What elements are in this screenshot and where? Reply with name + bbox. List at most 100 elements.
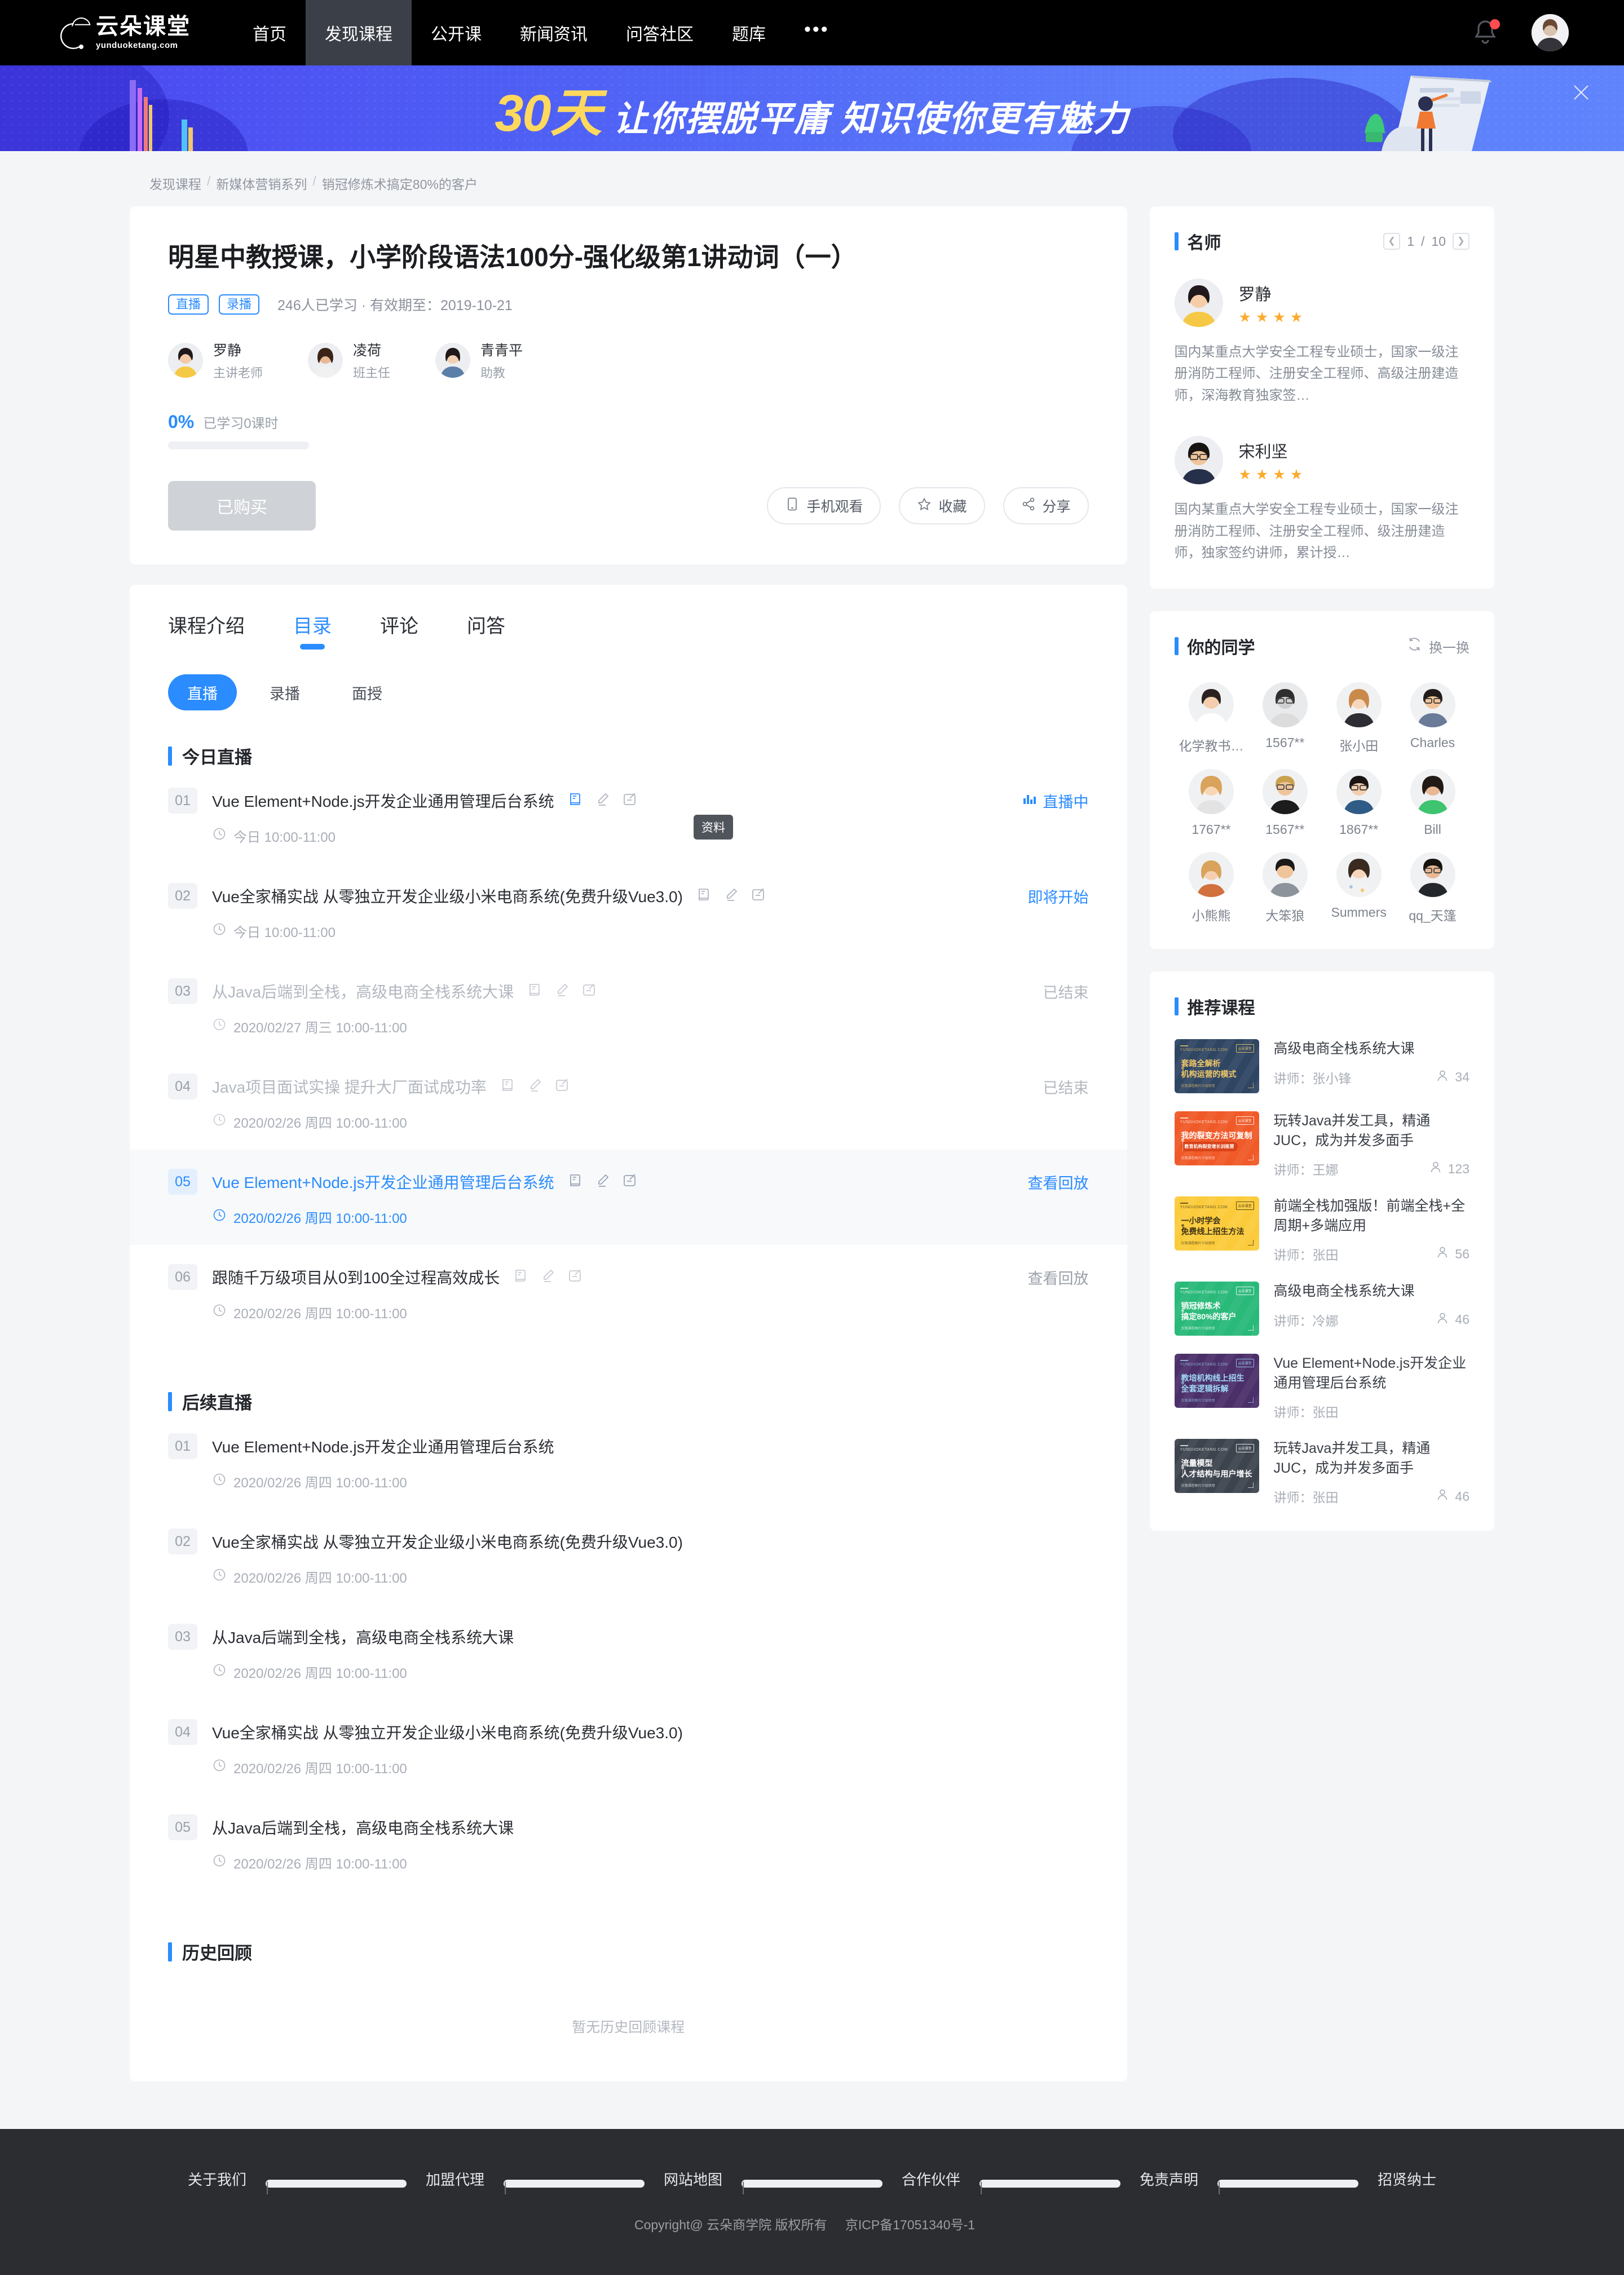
footer-link-careers[interactable]: 招贤纳士 [1378, 2168, 1436, 2189]
nav-item-discover-courses[interactable]: 发现课程 [306, 0, 412, 65]
chevron-right-icon[interactable]: ❯ [1453, 233, 1469, 250]
nav-item-qa-community[interactable]: 问答社区 [607, 0, 713, 65]
icp-number[interactable]: 京ICP备17051340号-1 [845, 2217, 975, 2232]
lesson-time-label: 2020/02/26 周四 10:00-11:00 [233, 1476, 407, 1491]
homework-icon[interactable] [595, 792, 611, 810]
lesson-row[interactable]: 02 Vue全家桶实战 从零独立开发企业级小米电商系统(免费升级Vue3.0) … [130, 1509, 1127, 1605]
lesson-row[interactable]: 05 从Java后端到全栈，高级电商全栈系统大课 2020/02/26 周四 1… [130, 1795, 1127, 1890]
footer-link-sitemap[interactable]: 网站地图 [664, 2168, 722, 2189]
star-icon: ★ [1273, 309, 1286, 325]
lesson-row[interactable]: 05 Vue Element+Node.js开发企业通用管理后台系统 查看回放 [130, 1150, 1127, 1245]
classmate-item[interactable]: Charles [1396, 682, 1469, 754]
chevron-left-icon[interactable]: ❮ [1383, 233, 1401, 250]
lesson-row[interactable]: 06 跟随千万级项目从0到100全过程高效成长 查看回放 2020/02/26 … [130, 1245, 1127, 1340]
classmate-item[interactable]: 化学教书… [1175, 682, 1248, 754]
material-icon[interactable] [696, 887, 712, 905]
share-button[interactable]: 分享 [1003, 487, 1089, 524]
course-teacher[interactable]: 罗静 主讲老师 [168, 339, 263, 381]
lesson-row[interactable]: 04 Vue全家桶实战 从零独立开发企业级小米电商系统(免费升级Vue3.0) … [130, 1700, 1127, 1795]
site-logo[interactable]: 云朵课堂 yunduoketang.com [0, 0, 213, 65]
footer-link-franchise[interactable]: 加盟代理 [426, 2168, 484, 2189]
classmate-item[interactable]: qq_天篷 [1396, 852, 1469, 924]
exam-icon[interactable] [622, 792, 638, 810]
footer-link-about[interactable]: 关于我们 [188, 2168, 246, 2189]
mobile-watch-button[interactable]: 手机观看 [767, 487, 881, 524]
lesson-row[interactable]: 03 从Java后端到全栈，高级电商全栈系统大课 2020/02/26 周四 1… [130, 1605, 1127, 1700]
tab-catalog[interactable]: 目录 [293, 611, 332, 651]
page-total: 10 [1431, 233, 1446, 249]
famous-teacher-item[interactable]: 罗静 ★ ★ ★ ★ 国内某重点大学安全工程专业硕士，国家一级注册消防工程师、注… [1174, 279, 1469, 407]
material-icon[interactable] [500, 1077, 516, 1096]
nav-more-icon[interactable]: ••• [785, 0, 849, 65]
nav-item-news[interactable]: 新闻资讯 [501, 0, 607, 65]
material-icon[interactable] [568, 1173, 584, 1191]
exam-icon[interactable] [554, 1077, 570, 1096]
lesson-status[interactable]: 即将开始 [1028, 885, 1089, 907]
recommended-course-item[interactable]: YUNDUOKETANG.COM 云朵课堂 流量模型 人才结构与用户增长 仅限课… [1174, 1439, 1469, 1506]
nav-item-home[interactable]: 首页 [233, 0, 306, 65]
footer-link-partners[interactable]: 合作伙伴 [902, 2168, 960, 2189]
classmate-item[interactable]: 1567** [1248, 769, 1322, 837]
enrolled-count: 46 [1436, 1488, 1469, 1505]
lesson-row[interactable]: 03 从Java后端到全栈，高级电商全栈系统大课 已结束 2020/02/27 … [130, 959, 1127, 1054]
footer-link-disclaimer[interactable]: 免责声明 [1140, 2168, 1198, 2189]
lesson-status[interactable]: 查看回放 [1028, 1266, 1089, 1288]
subtab-recorded[interactable]: 录播 [250, 674, 319, 710]
lesson-row[interactable]: 02 Vue全家桶实战 从零独立开发企业级小米电商系统(免费升级Vue3.0) … [130, 864, 1127, 959]
classmate-item[interactable]: 小熊熊 [1175, 852, 1248, 924]
classmate-item[interactable]: Summers [1322, 852, 1396, 924]
tab-course-intro[interactable]: 课程介绍 [168, 611, 245, 651]
recommended-course-item[interactable]: YUNDUOKETANG.COM 云朵课堂 教培机构线上招生 全套逻辑拆解 仅限… [1174, 1354, 1469, 1421]
favorite-button[interactable]: 收藏 [899, 487, 985, 524]
classmate-item[interactable]: 大笨狼 [1248, 852, 1322, 924]
homework-icon[interactable] [540, 1268, 556, 1287]
classmate-item[interactable]: Bill [1396, 769, 1469, 837]
lesson-row[interactable]: 01 Vue Element+Node.js开发企业通用管理后台系统 直播中 今… [130, 768, 1127, 864]
nav-item-question-bank[interactable]: 题库 [713, 0, 785, 65]
course-teacher[interactable]: 青青平 助教 [435, 339, 523, 381]
course-teacher[interactable]: 凌荷 班主任 [308, 339, 390, 381]
classmate-item[interactable]: 1567** [1248, 682, 1322, 754]
classmate-item[interactable]: 1767** [1175, 769, 1248, 837]
recommended-course-item[interactable]: YUNDUOKETANG.COM 云朵课堂 一小时学会 免费线上招生方法 仅限课… [1174, 1196, 1469, 1264]
breadcrumb-item-0[interactable]: 发现课程 [149, 174, 201, 193]
lesson-row[interactable]: 04 Java项目面试实操 提升大厂面试成功率 已结束 2020/02/26 周… [130, 1054, 1127, 1150]
purchased-button[interactable]: 已购买 [168, 481, 316, 531]
recommended-course-item[interactable]: YUNDUOKETANG.COM 云朵课堂 我的裂变方法可复制 教育机构裂变增长… [1174, 1111, 1469, 1178]
lesson-status[interactable]: 查看回放 [1028, 1171, 1089, 1193]
lesson-row[interactable]: 01 Vue Element+Node.js开发企业通用管理后台系统 2020/… [130, 1414, 1127, 1509]
exam-icon[interactable] [581, 982, 597, 1001]
user-avatar[interactable] [1532, 14, 1569, 51]
banner-text: 30天 让你摆脱平庸 知识使你更有魅力 [495, 71, 1129, 146]
breadcrumb-item-2: 销冠修炼术搞定80%的客户 [321, 177, 478, 192]
subtab-live[interactable]: 直播 [168, 674, 237, 710]
homework-icon[interactable] [595, 1173, 611, 1191]
course-thumbnail: YUNDUOKETANG.COM 云朵课堂 套路全解析 机构运营的模式 仅限课程… [1174, 1039, 1259, 1094]
tab-comments[interactable]: 评论 [380, 611, 418, 651]
breadcrumb-item-1[interactable]: 新媒体营销系列 [216, 174, 307, 193]
recommended-course-item[interactable]: YUNDUOKETANG.COM 云朵课堂 销冠修炼术 搞定80%的客户 仅限课… [1174, 1282, 1469, 1336]
material-icon[interactable] [568, 792, 584, 810]
subtab-offline[interactable]: 面授 [333, 674, 401, 710]
homework-icon[interactable] [554, 982, 570, 1001]
promo-banner[interactable]: 30天 让你摆脱平庸 知识使你更有魅力 [0, 65, 1624, 151]
tab-qa[interactable]: 问答 [467, 611, 505, 651]
banner-close-icon[interactable] [1569, 80, 1594, 105]
classmate-item[interactable]: 1867** [1322, 769, 1396, 837]
exam-icon[interactable] [751, 887, 766, 905]
homework-icon[interactable] [527, 1077, 543, 1096]
material-icon[interactable] [527, 982, 543, 1001]
lesson-status[interactable]: 直播中 [1022, 790, 1089, 812]
recommended-course-item[interactable]: YUNDUOKETANG.COM 云朵课堂 套路全解析 机构运营的模式 仅限课程… [1174, 1039, 1469, 1094]
nav-item-open-class[interactable]: 公开课 [412, 0, 501, 65]
exam-icon[interactable] [567, 1268, 583, 1287]
classmate-item[interactable]: 张小田 [1322, 682, 1396, 754]
homework-icon[interactable] [723, 887, 739, 905]
material-icon[interactable] [513, 1268, 529, 1287]
famous-teacher-item[interactable]: 宋利坚 ★ ★ ★ ★ 国内某重点大学安全工程专业硕士，国家一级注册消防工程师、… [1174, 436, 1469, 564]
exam-icon[interactable] [622, 1173, 638, 1191]
refresh-classmates-button[interactable]: 换一换 [1407, 637, 1469, 656]
clock-icon [212, 1112, 227, 1131]
notification-bell-icon[interactable] [1472, 18, 1500, 47]
clock-icon [212, 1472, 227, 1491]
